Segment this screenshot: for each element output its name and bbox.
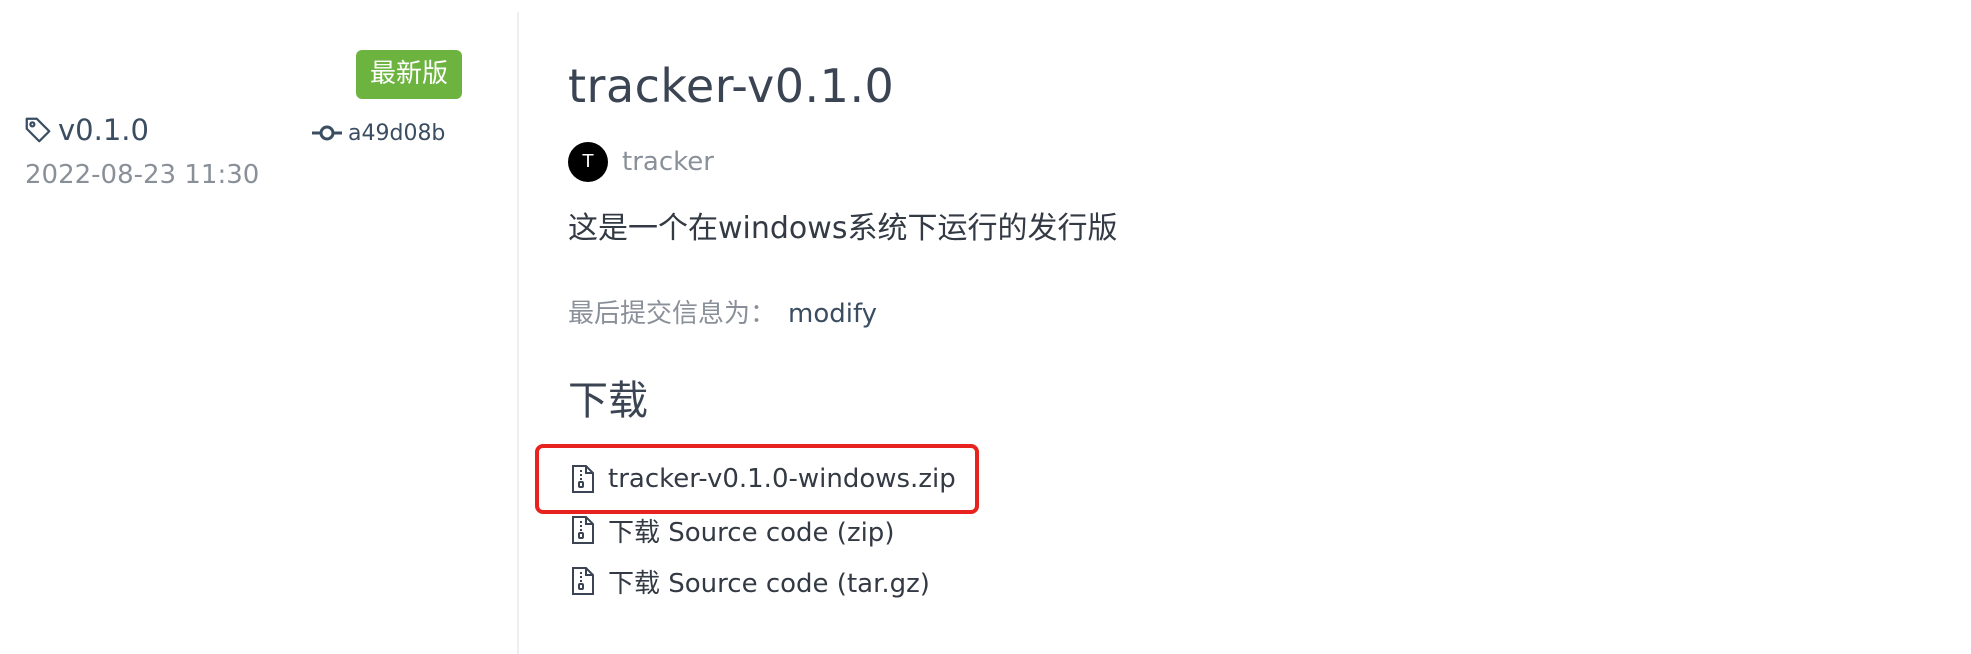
download-label: 下载 Source code (zip) [608,517,895,548]
commit-message-label: 最后提交信息为： [568,299,777,329]
latest-release-badge: 最新版 [356,50,462,99]
download-source-zip[interactable]: 下载 Source code (zip) [570,510,894,550]
zip-file-icon [570,515,596,545]
commit-icon [312,123,342,143]
zip-file-icon [570,566,596,596]
zip-file-icon [570,464,596,494]
release-tag-link[interactable]: v0.1.0 [23,110,149,150]
commit-message-value[interactable]: modify [788,299,877,329]
avatar: T [568,142,608,182]
commit-link[interactable]: a49d08b [312,116,445,150]
download-label: tracker-v0.1.0-windows.zip [608,464,956,494]
release-page: 最新版 v0.1.0 a49d08b 2022-08-23 11:30 trac… [0,0,1971,654]
release-title: tracker-v0.1.0 [568,59,895,113]
release-description: 这是一个在windows系统下运行的发行版 [568,211,1118,246]
column-divider [517,12,519,654]
tag-icon [23,115,53,145]
release-author[interactable]: T tracker [568,142,714,182]
release-date: 2022-08-23 11:30 [25,160,260,190]
download-source-targz[interactable]: 下载 Source code (tar.gz) [570,561,930,601]
download-label: 下载 Source code (tar.gz) [608,568,930,599]
downloads-heading: 下载 [568,378,648,424]
author-name[interactable]: tracker [622,147,714,177]
commit-hash: a49d08b [348,120,446,146]
last-commit-message: 最后提交信息为： modify [568,294,877,334]
download-windows-zip[interactable]: tracker-v0.1.0-windows.zip [570,459,956,499]
tag-label: v0.1.0 [58,113,149,147]
